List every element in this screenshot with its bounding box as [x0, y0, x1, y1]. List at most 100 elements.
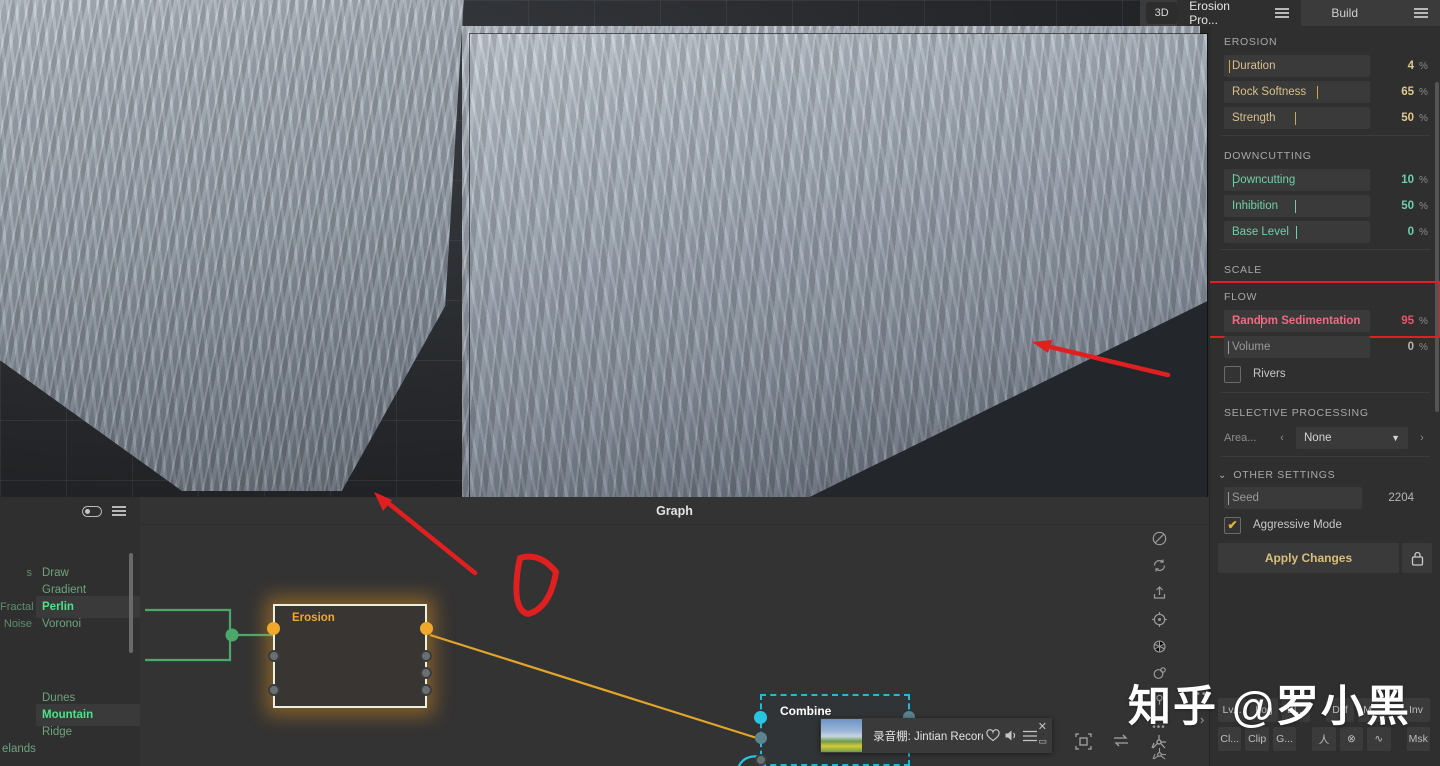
music-player-widget[interactable]: 录音棚: Jintian Recordin ✕ ▭ [820, 718, 1052, 753]
section-divider-4 [1220, 456, 1430, 457]
export-icon[interactable] [1147, 580, 1171, 604]
inhibition-unit: % [1419, 200, 1428, 212]
node-erosion-output-port-4[interactable] [420, 684, 432, 696]
volume-value[interactable]: 0 [1370, 341, 1416, 353]
target-icon[interactable] [1147, 607, 1171, 631]
viewport-inset-window[interactable] [470, 34, 1207, 529]
aggressive-mode-checkbox[interactable]: ✔ [1224, 516, 1241, 534]
seed-label: Seed [1232, 492, 1259, 504]
node-erosion-output-port-main[interactable] [420, 622, 433, 635]
app-root: 3D Erosion Pro... Build EROSION Duration… [0, 0, 1440, 766]
properties-scrollbar[interactable] [1435, 82, 1439, 412]
property-row-seed[interactable]: Seed 2204 [1210, 485, 1440, 511]
tab-erosion-label: Erosion Pro... [1189, 0, 1230, 27]
minimize-icon[interactable]: ▭ [1038, 736, 1047, 747]
text-caret [1295, 111, 1296, 125]
selective-processing-dropdown[interactable]: None ▼ [1296, 427, 1408, 449]
inset-terrain-mesh [470, 34, 1207, 520]
scatter-icon[interactable] [1150, 733, 1168, 756]
apply-row: Apply Changes [1210, 539, 1440, 573]
property-row-duration[interactable]: Duration 4 % [1210, 53, 1440, 79]
other-settings-header[interactable]: ⌄ OTHER SETTINGS [1210, 461, 1440, 485]
library-spacer-top [0, 525, 140, 564]
no-entry-icon[interactable] [1147, 526, 1171, 550]
inhibition-value[interactable]: 50 [1370, 200, 1416, 212]
strength-unit: % [1419, 112, 1428, 124]
hamburger-menu-icon-2[interactable] [1414, 8, 1428, 18]
random-sedimentation-label: Random Sedimentation [1232, 315, 1361, 327]
top-bar: 3D Erosion Pro... Build [1140, 0, 1440, 27]
library-scrollbar[interactable] [129, 553, 133, 653]
library-item-ridge[interactable]: Ridge [0, 723, 140, 740]
chevron-right-icon[interactable]: › [1414, 432, 1430, 444]
close-icon[interactable]: ✕ [1038, 720, 1047, 733]
aggressive-mode-row[interactable]: ✔ Aggressive Mode [1210, 511, 1440, 539]
selective-processing-row[interactable]: Area... ‹ None ▼ › [1210, 424, 1440, 452]
base-level-field[interactable]: Base Level [1224, 221, 1370, 243]
library-item-label: Gradient [42, 583, 87, 596]
apply-changes-button[interactable]: Apply Changes [1218, 543, 1399, 573]
swap-icon[interactable] [1112, 733, 1130, 756]
view-mode-3d-button[interactable]: 3D [1146, 2, 1178, 24]
refresh-icon[interactable] [1147, 553, 1171, 577]
node-erosion-input-port-3[interactable] [268, 684, 280, 696]
volume-unit: % [1419, 341, 1428, 353]
shutter-icon[interactable] [1147, 634, 1171, 658]
node-combine-input-port-2[interactable] [755, 732, 767, 744]
node-erosion-output-port-2[interactable] [420, 650, 432, 662]
lock-icon[interactable] [1402, 543, 1432, 573]
volume-icon[interactable] [1002, 729, 1021, 742]
base-level-value[interactable]: 0 [1370, 226, 1416, 238]
library-item-badlands[interactable]: elands [0, 740, 140, 757]
section-divider-1 [1220, 135, 1430, 136]
downcutting-value[interactable]: 10 [1370, 174, 1416, 186]
library-item-perlin[interactable]: Fractal Perlin [0, 595, 140, 618]
rivers-checkbox[interactable] [1224, 365, 1241, 383]
node-erosion[interactable]: Erosion [267, 604, 433, 708]
tab-erosion-properties[interactable]: Erosion Pro... [1177, 0, 1302, 27]
heart-icon[interactable] [983, 729, 1002, 742]
property-row-base-level[interactable]: Base Level 0 % [1210, 219, 1440, 245]
node-erosion-input-port-2[interactable] [268, 650, 280, 662]
duration-value[interactable]: 4 [1370, 60, 1416, 72]
rock-softness-field[interactable]: Rock Softness [1224, 81, 1370, 103]
library-item-label: Mountain [36, 703, 140, 726]
strength-field[interactable]: Strength [1224, 107, 1370, 129]
seed-value[interactable]: 2204 [1362, 492, 1416, 504]
rock-softness-unit: % [1419, 86, 1428, 98]
toggle-switch-icon[interactable] [82, 505, 102, 517]
node-combine-input-port-main[interactable] [754, 711, 767, 724]
random-sedimentation-value[interactable]: 95 [1370, 315, 1416, 327]
tab-build[interactable]: Build [1301, 0, 1440, 26]
property-row-downcutting[interactable]: Downcutting 10 % [1210, 167, 1440, 193]
library-item-voronoi[interactable]: Noise Voronoi [0, 615, 140, 632]
volume-field[interactable]: Volume [1224, 336, 1370, 358]
property-row-strength[interactable]: Strength 50 % [1210, 105, 1440, 131]
chevron-down-icon-other-settings[interactable]: ⌄ [1218, 470, 1226, 481]
downcutting-label: Downcutting [1232, 174, 1296, 186]
node-erosion-input-port-main[interactable] [267, 622, 280, 635]
node-erosion-output-port-3[interactable] [420, 667, 432, 679]
rivers-checkbox-row[interactable]: Rivers [1210, 360, 1440, 388]
section-flow: FLOW Random Sedimentation 95 % [1210, 281, 1440, 338]
library-item-draw[interactable]: s Draw [0, 564, 140, 581]
random-sedimentation-field[interactable]: Random Sedimentation [1224, 310, 1370, 332]
hamburger-menu-icon[interactable] [1275, 8, 1290, 18]
chevron-left-icon[interactable]: ‹ [1274, 432, 1290, 444]
library-item-mountain[interactable]: Mountain [0, 703, 140, 726]
duration-field[interactable]: Duration [1224, 55, 1370, 77]
frame-selection-icon[interactable] [1075, 733, 1092, 756]
downcutting-field[interactable]: Downcutting [1224, 169, 1370, 191]
library-hamburger-menu-icon[interactable] [112, 506, 126, 516]
property-row-random-sedimentation[interactable]: Random Sedimentation 95 % [1210, 308, 1440, 334]
playlist-icon[interactable] [1021, 730, 1040, 742]
library-cat-2: Fractal [0, 600, 34, 613]
property-row-volume[interactable]: Volume 0 % [1210, 334, 1440, 360]
rock-softness-value[interactable]: 65 [1370, 86, 1416, 98]
node-combine-input-port-3[interactable] [755, 754, 767, 766]
inhibition-field[interactable]: Inhibition [1224, 195, 1370, 217]
property-row-rock-softness[interactable]: Rock Softness 65 % [1210, 79, 1440, 105]
strength-value[interactable]: 50 [1370, 112, 1416, 124]
property-row-inhibition[interactable]: Inhibition 50 % [1210, 193, 1440, 219]
seed-field[interactable]: Seed [1224, 487, 1362, 509]
